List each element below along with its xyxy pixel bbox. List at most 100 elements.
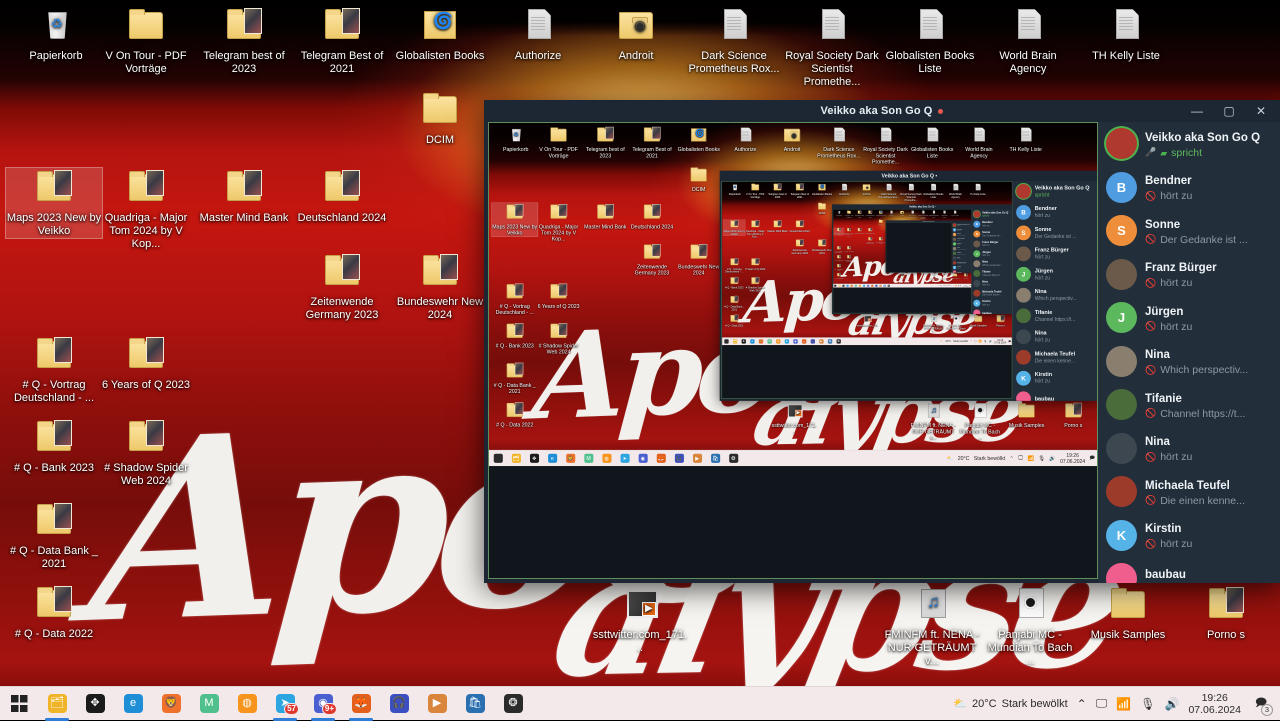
- desktop-icon[interactable]: Telegram Best of 2021: [294, 6, 390, 76]
- taskbar-audio-headset-icon[interactable]: 🎧: [380, 687, 418, 721]
- desktop-icon[interactable]: Telegram best of 2023: [854, 210, 864, 218]
- desktop-icon[interactable]: Globalisten Books: [876, 210, 886, 216]
- desktop-icon[interactable]: V On Tour - PDF Vorträge: [744, 183, 766, 199]
- desktop-icon[interactable]: Androit: [769, 126, 815, 153]
- taskbar-microsoft-store-icon[interactable]: 🛍: [456, 687, 494, 721]
- desktop-icon[interactable]: Royal Society Dark Scientist Promethe...: [900, 183, 922, 202]
- taskbar-apps[interactable]: 🗂✥e🦁M◍➤57◉9+🦊🎧▶🛍❂: [0, 687, 532, 721]
- desktop-icon[interactable]: V On Tour - PDF Vorträge: [844, 210, 854, 218]
- desktop-icon[interactable]: TH Kelly Liste: [967, 183, 989, 196]
- network-icon[interactable]: 📶: [1116, 697, 1131, 711]
- desktop-icon[interactable]: Bundeswehr New 2024: [876, 237, 886, 245]
- microphone-icon[interactable]: 🎙: [1140, 697, 1155, 711]
- desktop-icon[interactable]: Porno s: [990, 315, 1012, 328]
- minimize-icon[interactable]: —: [1190, 105, 1204, 117]
- window-titlebar[interactable]: Veikko aka Son Go Q — ▢ ✕: [484, 100, 1280, 122]
- desktop-icon[interactable]: Papierkorb: [8, 6, 104, 63]
- desktop-icon[interactable]: Deutschland 2024: [629, 203, 675, 230]
- desktop-icon[interactable]: Authorize: [886, 210, 896, 216]
- desktop-icon[interactable]: TH Kelly Liste: [950, 210, 960, 216]
- desktop-icon[interactable]: 6 Years of Q 2023: [744, 258, 766, 271]
- desktop-icon[interactable]: # Q - Data 2022: [834, 273, 844, 279]
- desktop-icon[interactable]: Master Mind Bank: [196, 168, 292, 225]
- desktop-icon[interactable]: DCIM: [876, 219, 886, 225]
- desktop-icon[interactable]: 6 Years of Q 2023: [844, 246, 854, 252]
- desktop-icon[interactable]: Androit: [588, 6, 684, 63]
- desktop-icon[interactable]: Dark Science Prometheus Rox...: [907, 210, 917, 218]
- desktop-icon[interactable]: DCIM: [811, 202, 833, 215]
- taskbar-file-explorer-icon[interactable]: 🗂: [38, 687, 76, 721]
- maximize-icon[interactable]: ▢: [1222, 105, 1236, 117]
- participant-row[interactable]: Veikko aka Son Go Q🎤▰spricht: [1098, 122, 1280, 166]
- desktop-icon[interactable]: Master Mind Bank: [582, 203, 628, 230]
- participant-row[interactable]: SSonne🚫Der Gedanke ist ...: [1098, 209, 1280, 253]
- desktop-icon[interactable]: Globalisten Books: [811, 183, 833, 196]
- desktop-icon[interactable]: TH Kelly Liste: [1003, 126, 1049, 153]
- desktop-icon[interactable]: FMINFM ft. NENA - NUR GETRÄUMT v...: [923, 315, 945, 334]
- desktop-icon[interactable]: V On Tour - PDF Vorträge: [98, 6, 194, 76]
- participant-row[interactable]: Tifanie🚫Channel https://t...: [1098, 383, 1280, 427]
- desktop-icon[interactable]: Androit: [897, 210, 907, 216]
- desktop-icon[interactable]: # Q - Vortrag Deutschland - ...: [834, 246, 844, 254]
- close-icon[interactable]: ✕: [1254, 105, 1268, 117]
- desktop-icon[interactable]: Quadriga - Major Tom 2024 by V Kop...: [536, 203, 582, 243]
- desktop-icon[interactable]: TH Kelly Liste: [1078, 6, 1174, 63]
- desktop-icon[interactable]: World Brain Agency: [956, 126, 1002, 159]
- desktop-icon[interactable]: # Q - Bank 2023: [834, 255, 844, 261]
- desktop-icon[interactable]: Quadriga - Major Tom 2024 by V Kop...: [744, 220, 766, 239]
- desktop-icon[interactable]: Zeitenwende Germany 2023: [629, 243, 675, 276]
- desktop-icon[interactable]: V On Tour - PDF Vorträge: [536, 126, 582, 159]
- desktop-icon[interactable]: Papierkorb: [493, 126, 539, 153]
- desktop-icon[interactable]: Globalisten Books Liste: [922, 183, 944, 199]
- taskbar-telegram-icon[interactable]: ➤57: [266, 687, 304, 721]
- desktop-icon[interactable]: Dark Science Prometheus Rox...: [686, 6, 782, 76]
- participant-row[interactable]: baubau🚫: [1098, 557, 1280, 583]
- onedrive-icon[interactable]: 🖵: [1096, 696, 1108, 711]
- taskbar[interactable]: 🗂✥e🦁M◍➤57◉9+🦊🎧▶🛍❂ ⛅ 20°C Stark bewölkt ⌃…: [0, 686, 1280, 720]
- desktop-icon[interactable]: # Shadow Spider Web 2024: [744, 277, 766, 293]
- desktop-icon[interactable]: # Q - Data Bank _ 2021: [6, 501, 102, 571]
- desktop-icon[interactable]: # Q - Bank 2023: [723, 277, 745, 290]
- desktop-icon[interactable]: ssttwitter.com_171...: [771, 402, 817, 435]
- desktop-icon[interactable]: # Shadow Spider Web 2024: [536, 322, 582, 355]
- taskbar-firefox-icon[interactable]: 🦊: [342, 687, 380, 721]
- desktop-icon[interactable]: Royal Society Dark Scientist Promethe...: [918, 210, 928, 219]
- desktop-icon[interactable]: Quadriga - Major Tom 2024 by V Kop...: [98, 168, 194, 251]
- participant-row[interactable]: KKirstin🚫hört zu: [1098, 514, 1280, 558]
- taskbar-microsoft-edge-icon[interactable]: e: [114, 687, 152, 721]
- desktop-icon[interactable]: FMINFM ft. NENA - NUR GETRÄUMT v...: [910, 402, 956, 442]
- desktop-icon[interactable]: Authorize: [723, 126, 769, 153]
- desktop-icon[interactable]: 6 Years of Q 2023: [98, 335, 194, 392]
- desktop-icon[interactable]: Porno s: [1050, 402, 1096, 429]
- screen-share-viewport[interactable]: ApoCalypsePapierkorbV On Tour - PDF Vort…: [488, 122, 1098, 579]
- desktop-icon[interactable]: Panjabi MC - Mundian To Bach ...: [957, 402, 1003, 442]
- desktop-icon[interactable]: 6 Years of Q 2023: [536, 283, 582, 310]
- participant-row[interactable]: Franz Bürger🚫hört zu: [1098, 253, 1280, 297]
- desktop-icon[interactable]: Globalisten Books: [676, 126, 722, 153]
- desktop-icon[interactable]: Zeitenwende Germany 2023: [789, 239, 811, 255]
- desktop-icon[interactable]: Royal Society Dark Scientist Promethe...: [863, 126, 909, 166]
- desktop-icon[interactable]: ssttwitter.com_171...: [592, 585, 688, 655]
- desktop-icon[interactable]: World Brain Agency: [939, 210, 949, 218]
- desktop-icon[interactable]: # Q - Data Bank _ 2021: [834, 264, 844, 272]
- desktop-icon[interactable]: # Q - Data 2022: [492, 401, 538, 428]
- tray-expand-icon[interactable]: ⌃: [1077, 697, 1087, 711]
- taskbar-avast-security-icon[interactable]: ◍: [228, 687, 266, 721]
- desktop-icon[interactable]: # Shadow Spider Web 2024: [844, 255, 854, 263]
- desktop-icon[interactable]: Globalisten Books: [392, 6, 488, 63]
- desktop-icon[interactable]: Zeitenwende Germany 2023: [865, 237, 875, 245]
- desktop-icon[interactable]: # Q - Vortrag Deutschland - ...: [492, 283, 538, 316]
- desktop-icon[interactable]: Globalisten Books Liste: [909, 126, 955, 159]
- desktop-icon[interactable]: Maps 2023 New by Veikko: [6, 168, 102, 238]
- desktop-icon[interactable]: DCIM: [676, 166, 722, 193]
- participant-row[interactable]: BBendner🚫hört zu: [1098, 166, 1280, 210]
- desktop-icon[interactable]: Quadriga - Major Tom 2024 by V Kop...: [844, 228, 854, 237]
- desktop-icon[interactable]: # Q - Data Bank _ 2021: [723, 295, 745, 311]
- desktop-icon[interactable]: # Q - Data Bank _ 2021: [492, 362, 538, 395]
- participant-row[interactable]: JJürgen🚫hört zu: [1098, 296, 1280, 340]
- desktop-icon[interactable]: Globalisten Books Liste: [929, 210, 939, 218]
- notification-center-button[interactable]: 🗩 3: [1250, 693, 1272, 715]
- desktop-icon[interactable]: ssttwitter.com_171...: [897, 273, 907, 281]
- desktop-icon[interactable]: Panjabi MC - Mundian To Bach ...: [945, 315, 967, 334]
- taskbar-mailspring-icon[interactable]: M: [190, 687, 228, 721]
